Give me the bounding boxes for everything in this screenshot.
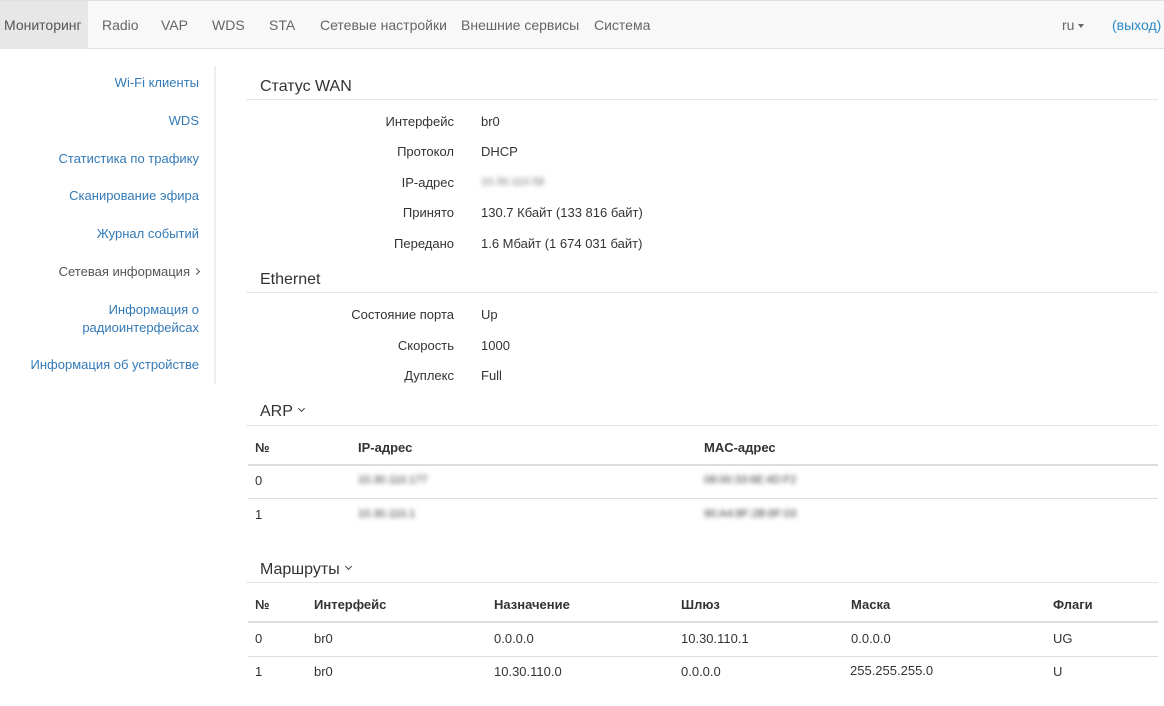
nav-tab-radio[interactable]: Radio — [98, 1, 143, 49]
sidebar-item-event-log[interactable]: Журнал событий — [97, 225, 199, 243]
wan-ip-label: IP-адрес — [401, 175, 454, 190]
divider — [246, 425, 1158, 426]
nav-tab-wds[interactable]: WDS — [208, 1, 249, 49]
wan-ip-value: 10.30.110.58 — [481, 176, 545, 188]
routes-col-number: № — [255, 597, 270, 612]
table-row-divider — [248, 498, 1158, 499]
sidebar-item-label: Сетевая информация — [58, 264, 190, 279]
wan-section-title: Статус WAN — [260, 78, 352, 95]
route-row-0-number: 0 — [255, 631, 263, 646]
ethernet-section-title: Ethernet — [260, 271, 321, 288]
sidebar-item-network-info[interactable]: Сетевая информация — [58, 263, 201, 281]
wan-sent-value: 1.6 Мбайт (1 674 031 байт) — [481, 236, 643, 251]
route-row-0-destination: 0.0.0.0 — [494, 631, 534, 646]
chevron-down-icon — [344, 563, 352, 571]
wan-protocol-value: DHCP — [481, 144, 518, 159]
nav-tab-system[interactable]: Система — [590, 1, 654, 49]
wan-received-label: Принято — [402, 205, 454, 220]
logout-link[interactable]: (выход) — [1112, 1, 1161, 49]
sidebar-item-wifi-clients[interactable]: Wi-Fi клиенты — [115, 74, 199, 92]
eth-speed-label: Скорость — [397, 338, 454, 353]
route-row-1-interface: br0 — [314, 664, 333, 679]
eth-speed-value: 1000 — [481, 338, 510, 353]
wan-interface-label: Интерфейс — [385, 114, 454, 129]
eth-duplex-label: Дуплекс — [404, 368, 454, 383]
wan-interface-value: br0 — [481, 114, 500, 129]
sidebar-item-device-info[interactable]: Информация об устройстве — [31, 356, 199, 374]
sidebar-item-radio-info[interactable]: Информация о радиоинтерфейсах — [82, 301, 199, 337]
table-header-divider — [248, 621, 1158, 623]
arp-row-1-ip: 10.30.110.1 — [358, 508, 416, 520]
route-row-1-mask: 255.255.255.0 — [850, 663, 934, 678]
nav-tab-monitoring[interactable]: Мониторинг — [0, 1, 88, 49]
arp-row-0-number: 0 — [255, 473, 263, 488]
sidebar-item-wds[interactable]: WDS — [169, 112, 199, 130]
route-row-1-gateway: 0.0.0.0 — [681, 664, 721, 679]
sidebar-item-air-scan[interactable]: Сканирование эфира — [69, 187, 199, 205]
nav-tab-vap[interactable]: VAP — [157, 1, 192, 49]
nav-tab-external-services[interactable]: Внешние сервисы — [457, 1, 583, 49]
wan-sent-label: Передано — [394, 236, 454, 251]
sidebar-item-label-line1: Информация о — [108, 302, 199, 317]
arp-section-toggle[interactable]: ARP — [260, 403, 305, 421]
route-row-0-interface: br0 — [314, 631, 333, 646]
eth-duplex-value: Full — [481, 368, 502, 383]
sidebar-item-traffic-stats[interactable]: Статистика по трафику — [59, 150, 199, 168]
divider — [246, 292, 1158, 293]
nav-tab-sta[interactable]: STA — [265, 1, 299, 49]
routes-col-destination: Назначение — [494, 597, 570, 612]
routes-section-title: Маршруты — [260, 561, 340, 578]
eth-port-state-value: Up — [481, 307, 498, 322]
sidebar-item-label-line2: радиоинтерфейсах — [82, 320, 199, 335]
wan-received-value: 130.7 Кбайт (133 816 байт) — [481, 205, 643, 220]
top-navbar: Мониторинг Radio VAP WDS STA Сетевые нас… — [0, 0, 1164, 49]
route-row-1-flags: U — [1053, 664, 1063, 679]
arp-col-ip: IP-адрес — [358, 440, 413, 455]
route-row-0-mask: 0.0.0.0 — [851, 631, 891, 646]
divider — [246, 582, 1158, 583]
caret-down-icon — [1078, 24, 1085, 29]
table-row-divider — [248, 656, 1158, 657]
route-row-1-destination: 10.30.110.0 — [494, 664, 562, 679]
routes-section-toggle[interactable]: Маршруты — [260, 561, 352, 579]
arp-row-0-mac: 08:00:33:6E:4D:F2 — [704, 474, 797, 486]
arp-row-1-mac: 90:A4:8F:2B:6F:03 — [704, 508, 797, 520]
routes-col-interface: Интерфейс — [314, 597, 387, 612]
routes-col-flags: Флаги — [1053, 597, 1093, 612]
route-row-0-gateway: 10.30.110.1 — [681, 631, 749, 646]
routes-col-mask: Маска — [851, 597, 891, 612]
routes-col-gateway: Шлюз — [681, 597, 720, 612]
chevron-down-icon — [297, 405, 305, 413]
arp-col-number: № — [255, 440, 270, 455]
arp-col-mac: MAC-адрес — [704, 440, 776, 455]
divider — [246, 99, 1158, 100]
chevron-right-icon — [192, 268, 201, 276]
table-header-divider — [248, 464, 1158, 466]
language-label: ru — [1062, 17, 1075, 33]
arp-section-title: ARP — [260, 403, 293, 420]
arp-row-0-ip: 10.30.110.177 — [358, 474, 428, 486]
sidebar: Wi-Fi клиенты WDS Статистика по трафику … — [0, 66, 216, 384]
nav-tab-network-settings[interactable]: Сетевые настройки — [316, 1, 451, 49]
route-row-0-flags: UG — [1053, 631, 1073, 646]
eth-port-state-label: Состояние порта — [351, 307, 454, 322]
arp-row-1-number: 1 — [255, 507, 263, 522]
route-row-1-number: 1 — [255, 664, 263, 679]
language-dropdown[interactable]: ru — [1062, 1, 1085, 49]
wan-protocol-label: Протокол — [397, 144, 454, 159]
